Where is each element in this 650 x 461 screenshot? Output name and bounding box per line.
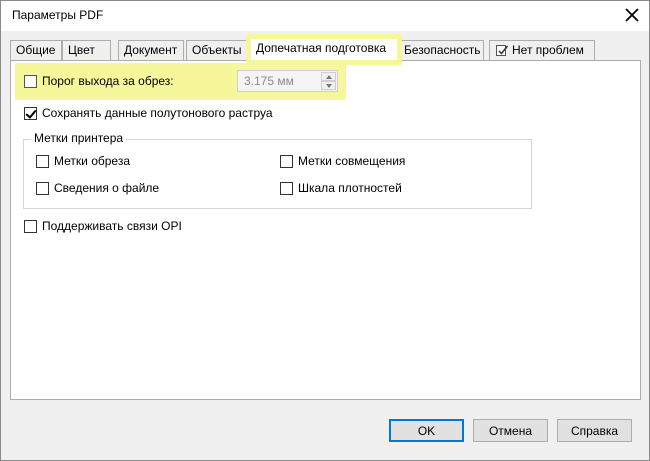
opi-row: Поддерживать связи OPI <box>24 218 182 234</box>
ok-button[interactable]: OK <box>389 419 464 442</box>
file-info-label: Сведения о файле <box>54 181 160 195</box>
tab-color[interactable]: Цвет <box>62 40 111 60</box>
help-button[interactable]: Справка <box>557 419 632 442</box>
registration-marks-row: Метки совмещения <box>280 153 405 169</box>
bleed-label: Порог выхода за обрез: <box>42 74 174 88</box>
bleed-value: 3.175 мм <box>244 74 294 88</box>
bleed-row: Порог выхода за обрез: <box>24 73 174 89</box>
tab-document[interactable]: Документ <box>118 40 184 60</box>
registration-marks-label: Метки совмещения <box>298 154 406 168</box>
title-bar: Параметры PDF <box>1 1 649 31</box>
halftone-row: Сохранять данные полутонового раструа <box>24 105 273 121</box>
cancel-button[interactable]: Отмена <box>473 419 548 442</box>
arrow-down-icon <box>325 83 332 88</box>
spin-up-button[interactable] <box>321 72 336 81</box>
printer-marks-group <box>23 139 532 209</box>
opi-label: Поддерживать связи OPI <box>42 219 182 233</box>
halftone-checkbox[interactable] <box>24 106 37 120</box>
close-button[interactable] <box>615 1 649 29</box>
crop-marks-label: Метки обреза <box>54 154 130 168</box>
crop-marks-row: Метки обреза <box>36 153 130 169</box>
tab-no-problems[interactable]: Нет проблем <box>489 40 595 60</box>
file-info-row: Сведения о файле <box>36 180 159 196</box>
close-icon <box>625 8 639 22</box>
tab-general[interactable]: Общие <box>10 40 62 60</box>
pdf-settings-dialog: Параметры PDF Общие Цвет Документ Объект… <box>0 0 650 461</box>
tab-no-problems-label: Нет проблем <box>512 43 584 57</box>
halftone-label: Сохранять данные полутонового раструа <box>42 106 273 120</box>
density-scale-label: Шкала плотностей <box>298 181 402 195</box>
bleed-checkbox[interactable] <box>24 74 37 88</box>
window-title: Параметры PDF <box>12 8 104 22</box>
printer-marks-title: Метки принтера <box>31 131 127 145</box>
file-info-checkbox[interactable] <box>36 181 49 195</box>
crop-marks-checkbox[interactable] <box>36 154 49 168</box>
tab-security[interactable]: Безопасность <box>398 40 484 60</box>
density-scale-row: Шкала плотностей <box>280 180 402 196</box>
tab-objects[interactable]: Объекты <box>186 40 247 60</box>
opi-checkbox[interactable] <box>24 219 37 233</box>
tab-prepress[interactable]: Допечатная подготовка <box>246 34 402 65</box>
spin-down-button[interactable] <box>321 81 336 90</box>
bleed-value-spinner[interactable]: 3.175 мм <box>237 70 338 92</box>
density-scale-checkbox[interactable] <box>280 181 293 195</box>
arrow-up-icon <box>325 74 332 79</box>
registration-marks-checkbox[interactable] <box>280 154 293 168</box>
